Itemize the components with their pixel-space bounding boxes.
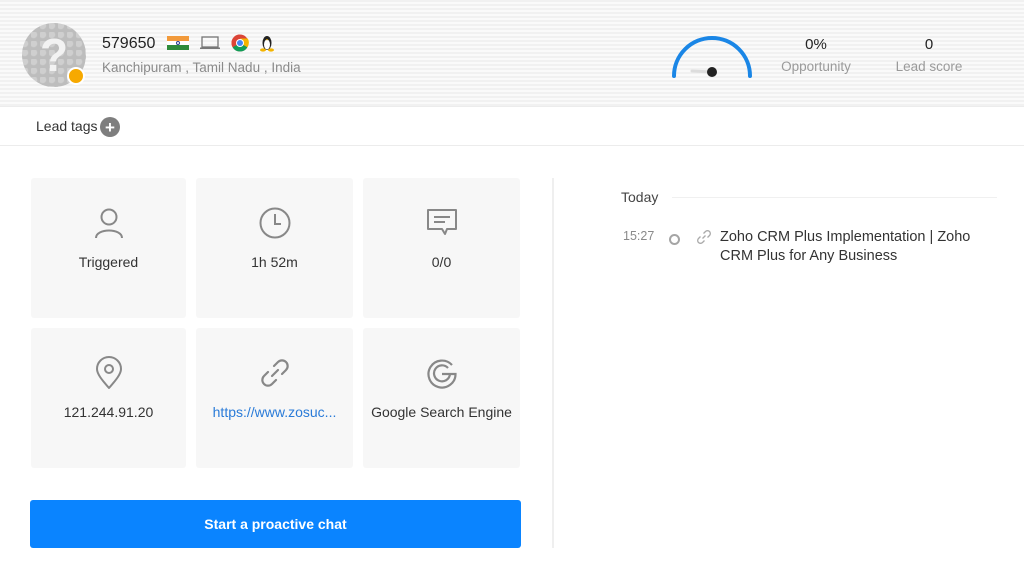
- timeline-time: 15:27: [623, 229, 655, 243]
- lead-tags-label: Lead tags: [36, 118, 98, 134]
- landing-url-link[interactable]: https://www.zosuc...: [202, 403, 347, 422]
- opportunity-label: Opportunity: [781, 59, 851, 74]
- timeline-dot-icon: [669, 234, 680, 245]
- visitor-info-cards: Triggered 1h 52m 0/0 121.244.91.20 https…: [31, 178, 521, 468]
- card-time-on-site: 1h 52m: [196, 178, 353, 318]
- lead-tags-row: Lead tags: [0, 107, 1024, 146]
- visitor-location: Kanchipuram , Tamil Nadu , India: [102, 60, 301, 75]
- timeline-group-divider: [672, 197, 997, 198]
- status-indicator: [67, 67, 85, 85]
- card-text: 1h 52m: [251, 254, 298, 270]
- add-lead-tag-button[interactable]: +: [100, 117, 120, 137]
- chat-icon: [426, 209, 457, 235]
- avatar: ?: [22, 23, 86, 87]
- timeline-page-title[interactable]: Zoho CRM Plus Implementation | Zoho CRM …: [720, 228, 990, 266]
- lead-score-value: 0: [924, 36, 934, 53]
- chrome-icon: [231, 34, 249, 52]
- lead-score-stat: 0 Lead score: [889, 36, 969, 74]
- visitor-ident-icons: [167, 34, 275, 52]
- visitor-header: ? 579650 Kanchipuram , Tamil Nadu , Indi…: [0, 0, 1024, 107]
- card-text: Google Search Engine: [371, 404, 512, 420]
- plus-icon: +: [105, 117, 115, 137]
- card-chats-count: 0/0: [363, 178, 520, 318]
- location-pin-icon: [95, 356, 122, 389]
- linux-icon: [260, 36, 274, 52]
- card-text: 121.244.91.20: [63, 404, 154, 420]
- opportunity-value: 0%: [805, 36, 827, 53]
- google-icon: [426, 359, 457, 389]
- card-text: Triggered: [78, 254, 139, 270]
- timeline-group-label: Today: [621, 189, 659, 205]
- laptop-icon: [200, 36, 220, 49]
- link-icon: [697, 230, 711, 244]
- card-chat-status: Triggered: [31, 178, 186, 318]
- opportunity-stat: 0% Opportunity: [776, 36, 856, 74]
- india-flag-icon: [167, 36, 189, 51]
- card-text: 0/0: [431, 254, 452, 270]
- visitor-id: 579650: [102, 35, 156, 52]
- clock-icon: [259, 207, 290, 239]
- opportunity-gauge: [672, 36, 752, 78]
- start-proactive-chat-button[interactable]: Start a proactive chat: [30, 500, 521, 548]
- gauge-pivot: [707, 67, 717, 77]
- card-ip-address: 121.244.91.20: [31, 328, 186, 468]
- card-landing-url[interactable]: https://www.zosuc...: [196, 328, 353, 468]
- user-icon: [94, 208, 123, 239]
- panel-divider: [552, 178, 554, 548]
- lead-score-label: Lead score: [895, 59, 963, 74]
- link-icon: [260, 359, 289, 387]
- card-referrer: Google Search Engine: [363, 328, 520, 468]
